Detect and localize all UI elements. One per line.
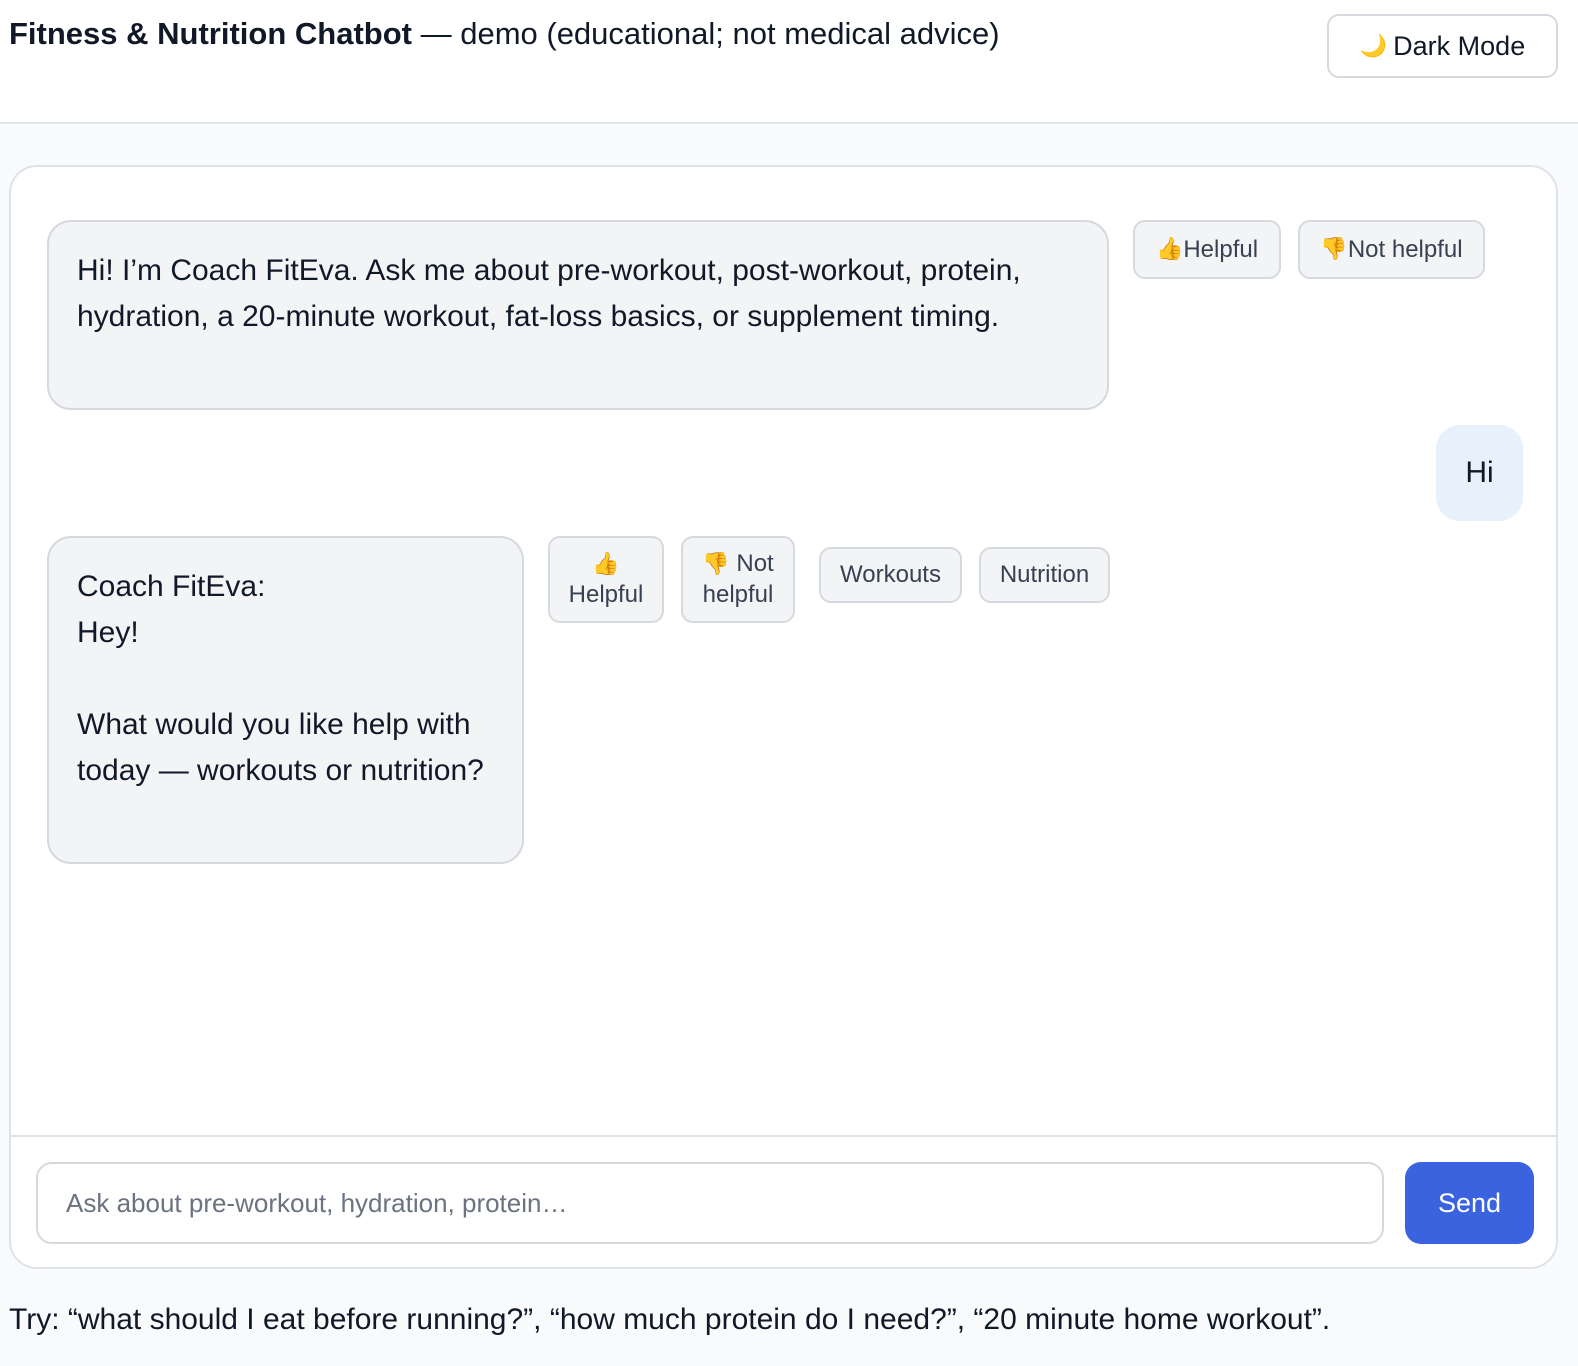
example-prompts-hint: Try: “what should I eat before running?”… <box>9 1303 1331 1336</box>
composer: Send <box>11 1135 1556 1267</box>
bot-message-line <box>77 656 494 702</box>
quick-reply-nutrition[interactable]: Nutrition <box>979 547 1110 603</box>
helpful-label: Helpful <box>1183 235 1259 263</box>
app-subtitle: — demo (educational; not medical advice) <box>411 16 1000 51</box>
thumbs-down-icon: 👎 <box>1320 236 1348 262</box>
quick-reply-workouts[interactable]: Workouts <box>819 547 962 603</box>
bot-message: Hi! I’m Coach FitEva. Ask me about pre-w… <box>47 220 1109 410</box>
app-name: Fitness & Nutrition Chatbot <box>9 16 412 51</box>
bot-message-line: Hey! <box>77 616 139 649</box>
chat-panel: Hi! I’m Coach FitEva. Ask me about pre-w… <box>9 165 1558 1269</box>
not-helpful-label-line1: Not <box>736 550 774 577</box>
helpful-label: Helpful <box>568 580 644 608</box>
page-title: Fitness & Nutrition Chatbot — demo (educ… <box>9 14 1000 54</box>
bot-message: Coach FitEva: Hey! What would you like h… <box>47 536 524 864</box>
bot-message-text: Hi! I’m Coach FitEva. Ask me about pre-w… <box>77 254 1021 333</box>
not-helpful-label: Not helpful <box>1347 235 1463 263</box>
not-helpful-label-line2: helpful <box>702 581 774 608</box>
thumbs-down-icon: 👎 <box>702 552 730 577</box>
send-button[interactable]: Send <box>1405 1162 1534 1244</box>
helpful-button[interactable]: 👍 Helpful <box>1133 220 1281 279</box>
message-input[interactable] <box>36 1162 1384 1244</box>
not-helpful-button[interactable]: 👎 Not helpful <box>681 536 795 623</box>
bot-message-line: Coach FitEva: <box>77 570 266 603</box>
dark-mode-label: Dark Mode <box>1393 30 1526 61</box>
user-message-text: Hi <box>1465 456 1494 489</box>
user-message: Hi <box>1436 425 1523 521</box>
dark-mode-button[interactable]: 🌙 Dark Mode <box>1327 14 1558 78</box>
helpful-button[interactable]: 👍 Helpful <box>548 536 664 623</box>
thumbs-up-icon: 👍 <box>1155 236 1184 262</box>
not-helpful-button[interactable]: 👎 Not helpful <box>1298 220 1485 279</box>
bot-message-line: What would you like help with today — wo… <box>77 708 484 787</box>
moon-icon: 🌙 <box>1359 33 1388 59</box>
thumbs-up-icon: 👍 <box>592 551 620 577</box>
header-bar: Fitness & Nutrition Chatbot — demo (educ… <box>0 0 1578 124</box>
